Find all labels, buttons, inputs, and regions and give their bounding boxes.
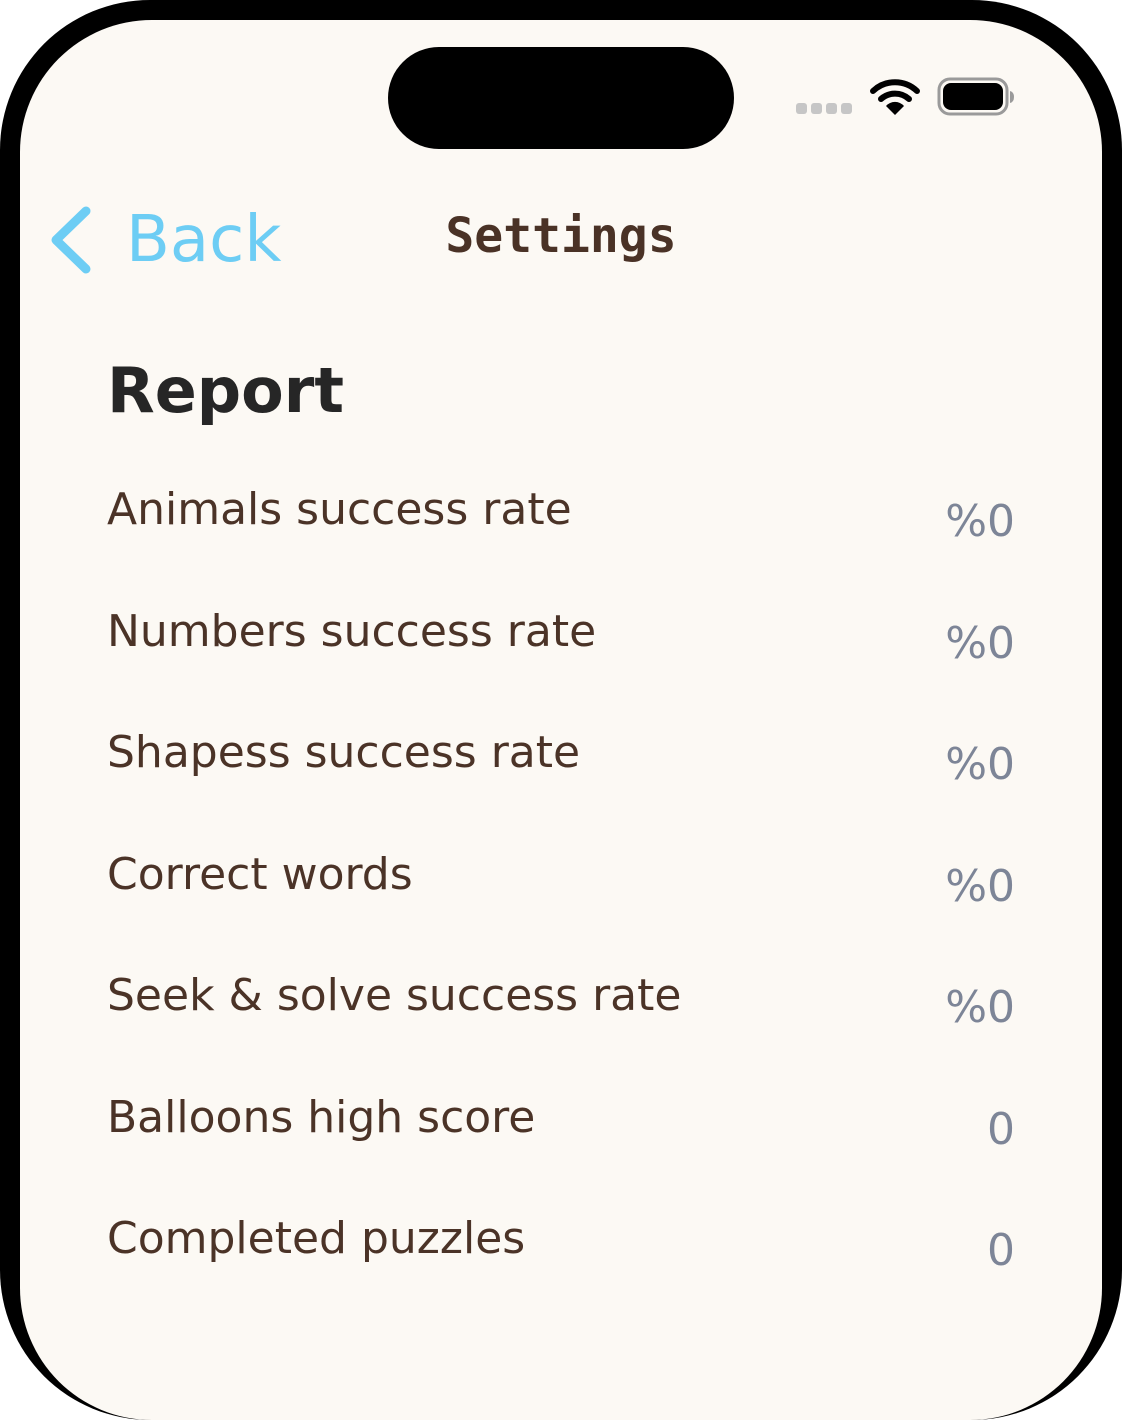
row-value: %0 bbox=[945, 860, 1015, 912]
report-row-puzzles: Completed puzzles 0 bbox=[107, 1213, 1015, 1335]
row-label: Numbers success rate bbox=[107, 605, 597, 657]
cellular-signal-icon bbox=[796, 103, 852, 114]
row-label: Completed puzzles bbox=[107, 1213, 526, 1264]
row-value: %0 bbox=[945, 739, 1015, 790]
dynamic-island bbox=[388, 47, 734, 149]
report-row-correct-words: Correct words %0 bbox=[107, 849, 1015, 971]
row-label: Animals success rate bbox=[107, 484, 572, 535]
row-label: Correct words bbox=[107, 848, 413, 900]
row-value: %0 bbox=[945, 617, 1015, 669]
report-row-seek-solve: Seek & solve success rate %0 bbox=[107, 970, 1015, 1092]
row-value: %0 bbox=[945, 496, 1015, 547]
report-row-balloons: Balloons high score 0 bbox=[107, 1092, 1015, 1214]
report-row-numbers: Numbers success rate %0 bbox=[107, 606, 1015, 728]
wifi-icon bbox=[870, 78, 920, 121]
report-list: Animals success rate %0 Numbers success … bbox=[107, 484, 1015, 1335]
section-title-report: Report bbox=[107, 354, 344, 427]
report-row-shapes: Shapess success rate %0 bbox=[107, 727, 1015, 849]
screen: Back Settings Report Animals success rat… bbox=[20, 20, 1102, 1420]
row-label: Seek & solve success rate bbox=[107, 970, 682, 1021]
row-label: Balloons high score bbox=[107, 1091, 536, 1143]
battery-icon bbox=[937, 77, 1017, 122]
row-value: 0 bbox=[987, 1103, 1015, 1155]
report-row-animals: Animals success rate %0 bbox=[107, 484, 1015, 606]
row-label: Shapess success rate bbox=[107, 727, 581, 778]
row-value: %0 bbox=[945, 982, 1015, 1033]
page-title: Settings bbox=[445, 208, 677, 264]
row-value: 0 bbox=[987, 1225, 1015, 1276]
device-frame: Back Settings Report Animals success rat… bbox=[0, 0, 1122, 1420]
